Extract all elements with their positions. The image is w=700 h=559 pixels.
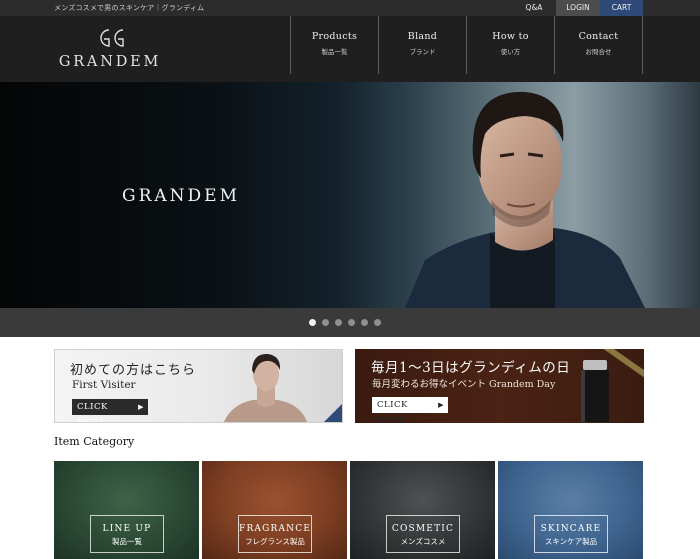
grandem-monogram-icon <box>100 29 124 47</box>
category-label-box: COSMETIC メンズコスメ <box>386 515 460 553</box>
banner-title: 初めての方はこちら <box>70 363 197 378</box>
category-label-jp: 製品一覧 <box>112 537 142 546</box>
qa-link[interactable]: Q&A <box>512 0 556 16</box>
category-label-box: LINE UP 製品一覧 <box>90 515 164 553</box>
slider-dots <box>309 319 381 326</box>
category-tile-lineup[interactable]: LINE UP 製品一覧 <box>54 461 199 559</box>
banner-title: 毎月1〜3日はグランディムの日 <box>371 360 571 376</box>
login-link[interactable]: LOGIN <box>556 0 600 16</box>
product-bottle-image <box>581 360 609 422</box>
slider-dot-3[interactable] <box>335 319 342 326</box>
button-label: CLICK HERE... <box>77 402 115 423</box>
category-tile-fragrance[interactable]: FRAGRANCE フレグランス製品 <box>202 461 347 559</box>
category-tile-skincare[interactable]: SKINCARE スキンケア製品 <box>498 461 643 559</box>
site-tagline: メンズコスメで男のスキンケア｜グランディム <box>54 4 205 12</box>
hero-slider[interactable]: GRANDEM <box>0 82 700 308</box>
category-label-box: SKINCARE スキンケア製品 <box>534 515 608 553</box>
site-logo[interactable]: GRANDEM <box>54 24 166 74</box>
arrow-right-icon: ▶ <box>438 401 444 409</box>
nav-label-en: Bland <box>407 31 438 42</box>
arrow-right-icon: ▶ <box>138 403 144 411</box>
category-tile-cosmetic[interactable]: COSMETIC メンズコスメ <box>350 461 495 559</box>
banner-corner-accent <box>324 404 342 422</box>
banner-subtitle: First Visiter <box>72 379 136 391</box>
button-label: CLICK HERE... <box>377 400 415 423</box>
nav-label-en: Contact <box>578 31 619 42</box>
category-label-en: FRAGRANCE <box>239 524 312 534</box>
hero-model-image <box>405 91 645 308</box>
grandem-day-banner[interactable]: 毎月1〜3日はグランディムの日 毎月変わるお得なイベント Grandem Day… <box>355 349 644 423</box>
nav-label-en: Products <box>311 31 358 42</box>
cart-link[interactable]: CART <box>600 0 643 16</box>
site-header: GRANDEM Products 製品一覧 Bland ブランド How to … <box>0 16 700 82</box>
slider-dot-5[interactable] <box>361 319 368 326</box>
slider-dot-2[interactable] <box>322 319 329 326</box>
category-label-box: FRAGRANCE フレグランス製品 <box>238 515 312 553</box>
banner-subtitle: 毎月変わるお得なイベント Grandem Day <box>372 379 556 390</box>
category-label-en: SKINCARE <box>540 524 602 534</box>
hero-brand-text: GRANDEM <box>122 186 240 206</box>
nav-label-jp: 使い方 <box>500 48 521 56</box>
banner-model-image <box>223 353 308 422</box>
item-category-heading: Item Category <box>54 435 135 448</box>
category-label-jp: メンズコスメ <box>400 537 446 546</box>
click-here-button[interactable]: CLICK HERE... ▶ <box>372 397 448 423</box>
slider-dot-4[interactable] <box>348 319 355 326</box>
first-visitor-banner[interactable]: 初めての方はこちら First Visiter CLICK HERE... ▶ <box>54 349 343 423</box>
category-label-en: LINE UP <box>102 524 152 534</box>
nav-label-jp: 製品一覧 <box>321 48 348 56</box>
nav-bland[interactable]: Bland ブランド <box>379 16 467 74</box>
slider-dot-1[interactable] <box>309 319 316 326</box>
nav-label-en: How to <box>492 31 529 42</box>
click-here-button[interactable]: CLICK HERE... ▶ <box>72 399 148 422</box>
nav-contact[interactable]: Contact お問合せ <box>555 16 643 74</box>
nav-label-jp: お問合せ <box>585 48 612 56</box>
category-label-jp: スキンケア製品 <box>544 537 598 546</box>
nav-howto[interactable]: How to 使い方 <box>467 16 555 74</box>
main-nav: Products 製品一覧 Bland ブランド How to 使い方 Cont… <box>290 16 643 74</box>
top-utility-bar: メンズコスメで男のスキンケア｜グランディム Q&A LOGIN CART <box>0 0 700 16</box>
nav-label-jp: ブランド <box>409 48 436 56</box>
category-tiles: LINE UP 製品一覧 FRAGRANCE フレグランス製品 COSMETIC… <box>54 461 643 559</box>
nav-products[interactable]: Products 製品一覧 <box>291 16 379 74</box>
slider-dot-6[interactable] <box>374 319 381 326</box>
logo-wordmark: GRANDEM <box>58 54 162 70</box>
utility-links: Q&A LOGIN CART <box>512 0 643 16</box>
slider-pagination-bar <box>0 308 700 337</box>
category-label-jp: フレグランス製品 <box>245 537 305 546</box>
category-label-en: COSMETIC <box>391 524 455 534</box>
